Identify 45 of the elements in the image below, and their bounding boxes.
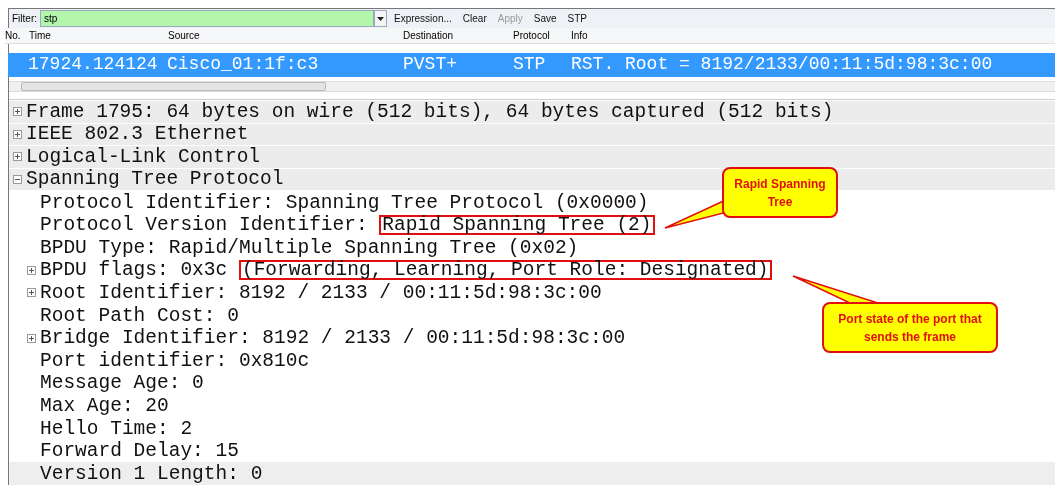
- column-header[interactable]: Source: [168, 28, 403, 44]
- column-header[interactable]: Info: [571, 28, 588, 44]
- detail-line[interactable]: Protocol Version Identifier: Rapid Spanning Tree (2): [40, 215, 655, 236]
- detail-line[interactable]: BPDU Type: Rapid/Multiple Spanning Tree (0x02): [40, 237, 579, 258]
- detail-line[interactable]: Message Age: 0: [40, 373, 204, 394]
- collapse-icon[interactable]: [13, 175, 22, 184]
- detail-line[interactable]: Hello Time: 2: [40, 418, 193, 439]
- expand-icon[interactable]: [27, 333, 36, 343]
- callout: Rapid Spanning Tree: [722, 167, 838, 218]
- detail-line[interactable]: Version 1 Length: 0: [40, 463, 263, 484]
- toolbar-button[interactable]: Save: [529, 11, 561, 27]
- expand-icon[interactable]: [13, 129, 22, 139]
- detail-line[interactable]: Bridge Identifier: 8192 / 2133 / 00:11:5d:98:3c:00: [40, 328, 626, 349]
- detail-line[interactable]: Protocol Identifier: Spanning Tree Protocol (0x0000): [40, 192, 649, 213]
- highlighted-value: Rapid Spanning Tree (2): [379, 215, 655, 236]
- expand-icon[interactable]: [27, 265, 36, 275]
- column-header[interactable]: Protocol: [513, 28, 571, 44]
- packet-cell-text: Cisco_01:1f:c3: [167, 53, 320, 77]
- expand-icon[interactable]: [27, 288, 36, 298]
- detail-line[interactable]: Root Path Cost: 0: [40, 305, 239, 326]
- detail-line[interactable]: Spanning Tree Protocol: [26, 169, 284, 190]
- filter-field[interactable]: stp: [40, 10, 374, 28]
- packet-cell-text: STP: [513, 53, 547, 77]
- packet-cell-text: 17924.124124: [28, 53, 159, 77]
- packet-cell-text: PVST+: [403, 53, 458, 77]
- caret-icon: [377, 16, 384, 21]
- horizontal-scrollbar[interactable]: [9, 81, 1055, 93]
- detail-line[interactable]: Port identifier: 0x810c: [40, 350, 310, 371]
- detail-line[interactable]: Root Identifier: 8192 / 2133 / 00:11:5d:98:3c:00: [40, 282, 602, 303]
- detail-line[interactable]: Forward Delay: 15: [40, 441, 239, 462]
- detail-line[interactable]: BPDU flags: 0x3c (Forwarding, Learning, Port Role: Designated): [40, 260, 772, 281]
- expand-icon[interactable]: [13, 152, 22, 162]
- expand-icon[interactable]: [13, 107, 22, 117]
- column-header[interactable]: No.: [5, 28, 29, 44]
- highlighted-value: (Forwarding, Learning, Port Role: Designated): [238, 260, 772, 281]
- packet-cell-text: RST. Root = 8192/2133/00:11:5d:98:3c:00: [571, 53, 993, 77]
- toolbar-button[interactable]: Expression...: [390, 11, 456, 27]
- column-header[interactable]: Time: [29, 28, 168, 44]
- toolbar-button[interactable]: STP: [563, 11, 591, 27]
- toolbar-button[interactable]: Clear: [458, 11, 491, 27]
- detail-line[interactable]: Max Age: 20: [40, 395, 169, 416]
- column-header[interactable]: Destination: [403, 28, 513, 44]
- filter-label: Filter:: [12, 12, 37, 27]
- detail-line[interactable]: IEEE 802.3 Ethernet: [26, 124, 249, 145]
- dropdown-button[interactable]: [374, 10, 387, 28]
